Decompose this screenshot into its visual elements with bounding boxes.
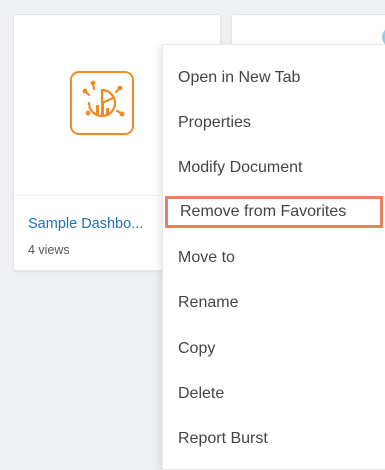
view-count: 4 views (28, 243, 70, 257)
menu-item-open-in-new-tab[interactable]: Open in New Tab (163, 62, 385, 94)
menu-item-delete[interactable]: Delete (163, 378, 385, 410)
menu-item-rename[interactable]: Rename (163, 287, 385, 319)
menu-item-copy[interactable]: Copy (163, 333, 385, 365)
menu-item-remove-from-favorites[interactable]: Remove from Favorites (165, 196, 383, 228)
dashboard-title-link[interactable]: Sample Dashbo... (28, 216, 143, 232)
dashboard-chart-icon (70, 71, 134, 135)
menu-item-properties[interactable]: Properties (163, 107, 385, 139)
menu-item-modify-document[interactable]: Modify Document (163, 152, 385, 184)
menu-item-report-burst[interactable]: Report Burst (163, 423, 385, 455)
context-menu: Open in New Tab Properties Modify Docume… (162, 44, 385, 470)
menu-item-move-to[interactable]: Move to (163, 242, 385, 274)
